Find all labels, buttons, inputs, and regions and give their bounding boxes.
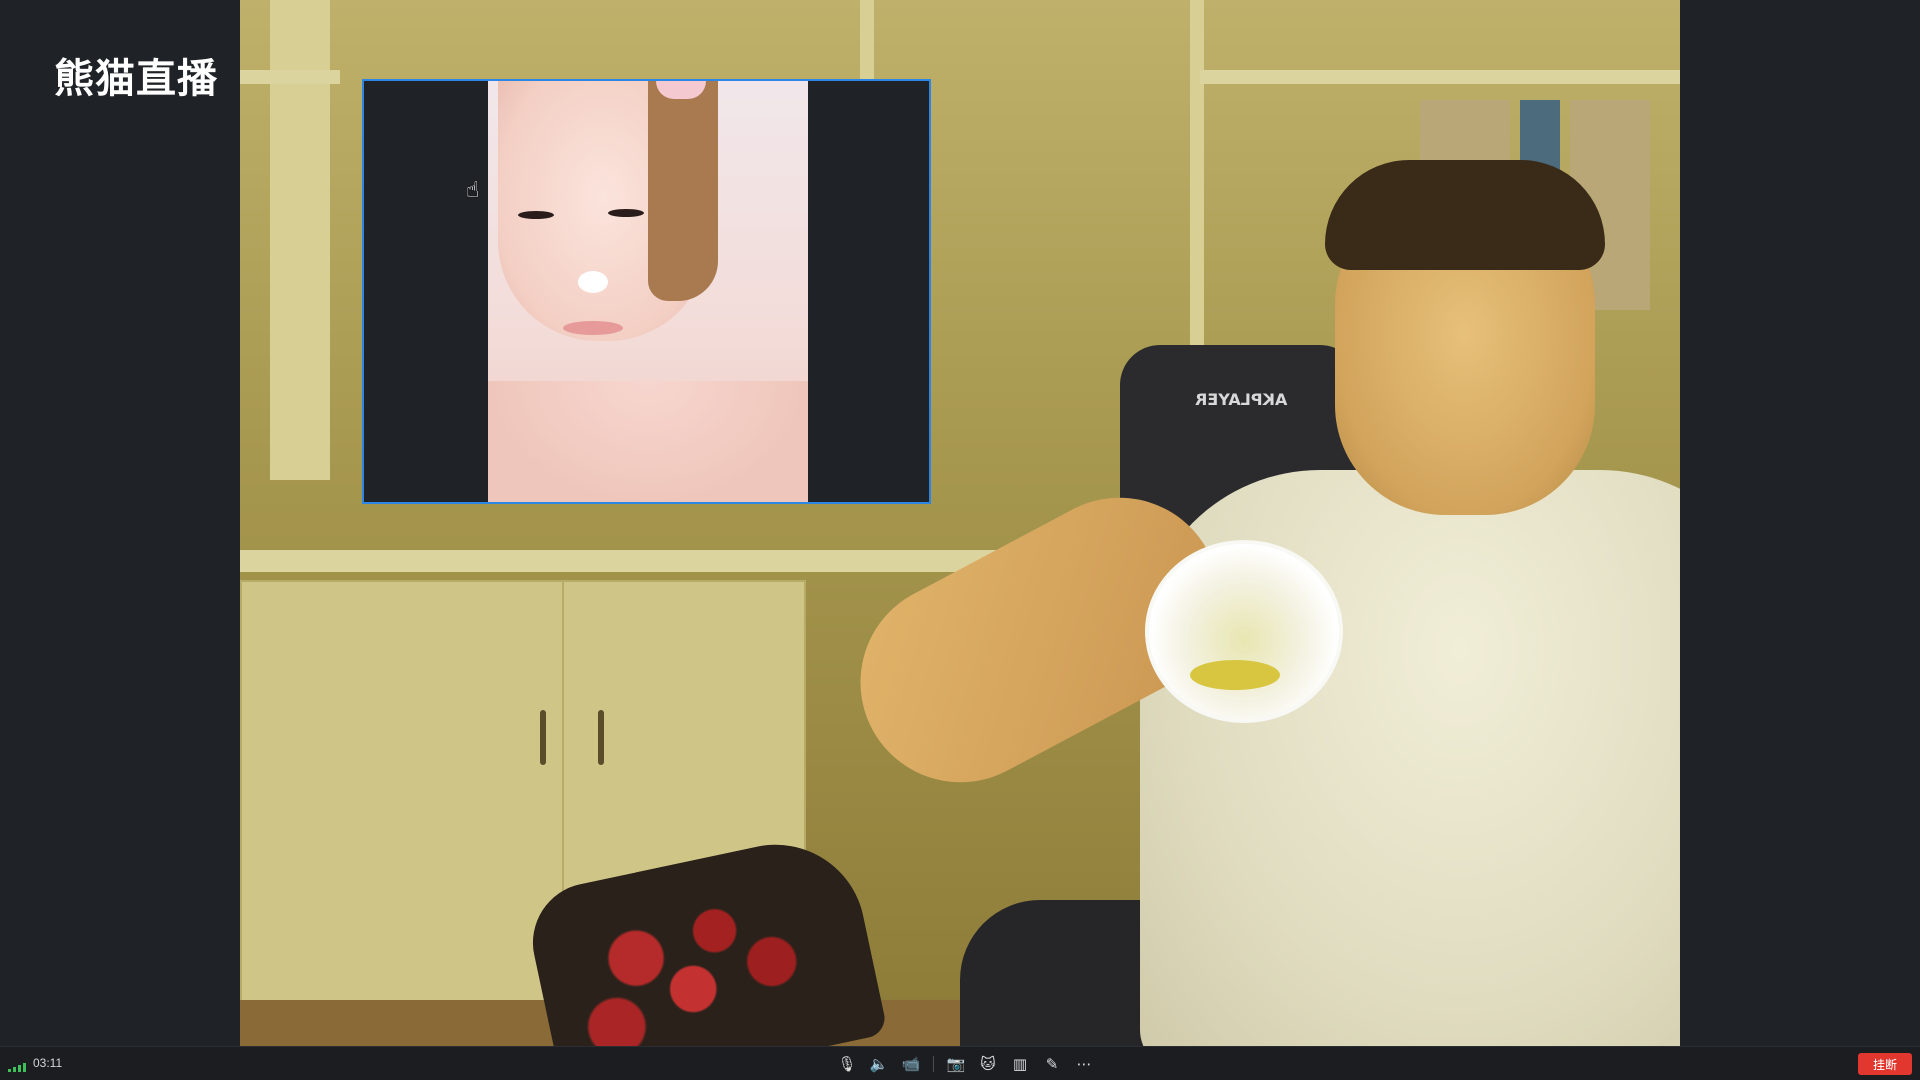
more-icon[interactable]: ⋯ <box>1072 1052 1096 1076</box>
cabinet-handle <box>598 710 604 765</box>
toolbar-divider <box>933 1056 934 1072</box>
remote-shoulders <box>488 381 808 502</box>
paper-cup <box>1145 540 1343 723</box>
signal-strength-icon <box>8 1060 28 1072</box>
screenshot-icon[interactable]: 📷 <box>944 1052 968 1076</box>
camera-icon[interactable]: 📹 <box>899 1052 923 1076</box>
edit-icon[interactable]: ✎ <box>1040 1052 1064 1076</box>
speaker-icon[interactable]: 🔈 <box>867 1052 891 1076</box>
layout-icon[interactable]: ▥ <box>1008 1052 1032 1076</box>
call-toolbar: 03:11 🎙 🔈 📹 📷 🐱 ▥ ✎ ⋯ 挂断 <box>0 1046 1920 1080</box>
remote-mouth <box>563 321 623 335</box>
shelf-board <box>240 70 340 84</box>
cabinet-door <box>240 580 564 1004</box>
cabinet-handle <box>540 710 546 765</box>
remote-hair <box>648 81 718 301</box>
call-timer: 03:11 <box>33 1056 63 1070</box>
call-window: 熊猫直播 AKPLAYER ☝ 03:11 🎙 🔈 📹 📷 🐱 ▥ ✎ ⋯ 挂断 <box>0 0 1920 1080</box>
chair-brand-label: AKPLAYER <box>1195 390 1288 409</box>
person-hair <box>1325 160 1605 270</box>
shelf-board <box>1200 70 1680 84</box>
call-controls: 🎙 🔈 📹 📷 🐱 ▥ ✎ ⋯ <box>835 1051 1096 1077</box>
microphone-icon[interactable]: 🎙 <box>835 1052 859 1076</box>
picture-in-picture-video[interactable] <box>362 79 931 504</box>
beauty-filter-icon[interactable]: 🐱 <box>976 1052 1000 1076</box>
remote-eye <box>518 211 554 219</box>
remote-eye <box>608 209 644 217</box>
hand-cursor-icon: ☝ <box>466 178 480 203</box>
hangup-button[interactable]: 挂断 <box>1858 1053 1912 1075</box>
remote-video-feed <box>488 81 808 502</box>
cup-liquid <box>1190 660 1280 690</box>
nose-filter <box>578 271 608 293</box>
panda-tv-logo: 熊猫直播 <box>54 56 218 102</box>
